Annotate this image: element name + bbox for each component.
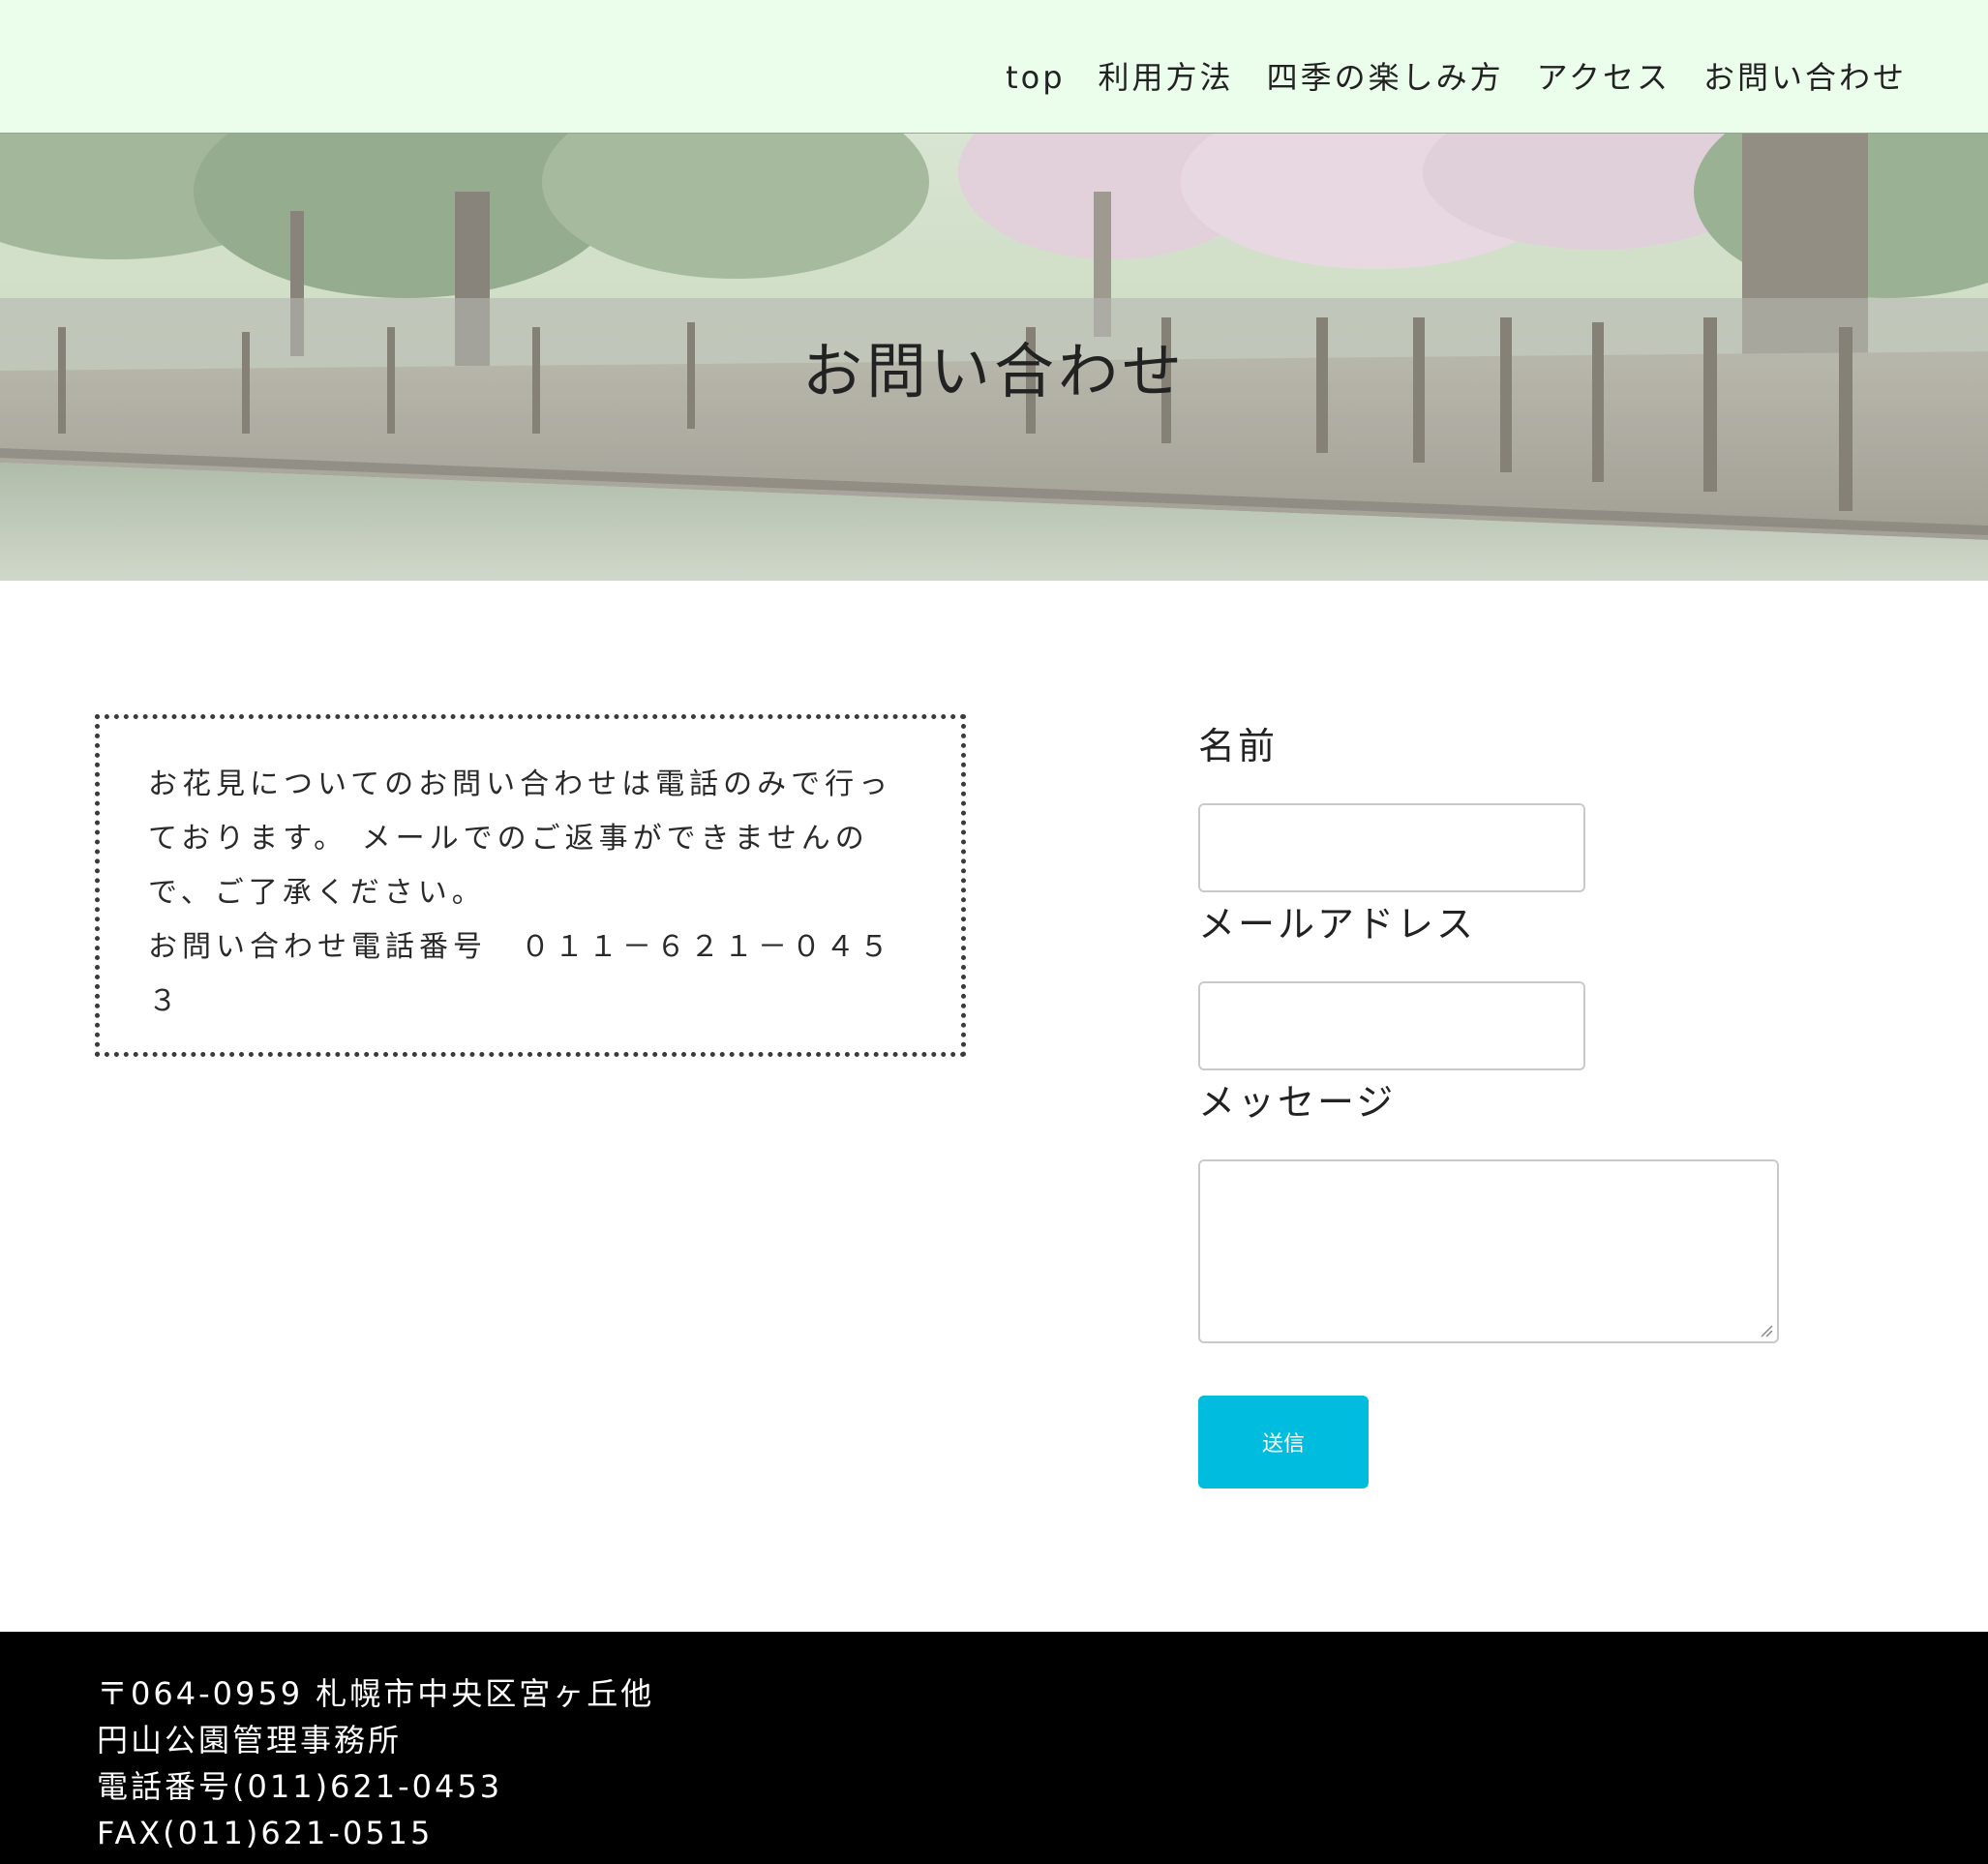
main-nav: top 利用方法 四季の楽しみ方 アクセス お問い合わせ [1006,54,1907,101]
hero-banner: お問い合わせ [0,134,1988,581]
notice-line: で、ご了承ください。 [148,876,486,910]
resize-grip-icon[interactable] [1760,1324,1773,1338]
nav-item-contact[interactable]: お問い合わせ [1703,54,1907,101]
submit-button[interactable]: 送信 [1198,1396,1369,1488]
nav-item-usage[interactable]: 利用方法 [1099,54,1234,101]
nav-item-access[interactable]: アクセス [1537,54,1671,101]
message-label: メッセージ [1198,1081,1397,1124]
nav-item-seasons[interactable]: 四季の楽しみ方 [1267,54,1504,101]
footer-fax: FAX(011)621-0515 [97,1815,434,1851]
notice-line: ３ [148,984,182,1018]
name-input[interactable] [1198,803,1585,892]
notice-line: お問い合わせ電話番号 ０１１－６２１－０４５ [148,930,893,964]
footer-office: 円山公園管理事務所 [97,1722,403,1759]
email-label: メールアドレス [1198,903,1477,946]
notice-line: お花見についてのお問い合わせは電話のみで行っ [148,767,893,801]
page-title: お問い合わせ [801,336,1186,406]
message-textarea[interactable] [1198,1159,1779,1343]
footer-address: 〒064-0959 札幌市中央区宮ヶ丘他 [97,1675,655,1712]
email-input[interactable] [1198,981,1585,1070]
site-footer: 〒064-0959 札幌市中央区宮ヶ丘他 円山公園管理事務所 電話番号(011)… [0,1632,1988,1864]
notice-line: ております。 メールでのご返事ができませんの [148,822,869,856]
footer-contact: 〒064-0959 札幌市中央区宮ヶ丘他 円山公園管理事務所 電話番号(011)… [97,1670,654,1856]
footer-phone: 電話番号(011)621-0453 [97,1768,503,1805]
site-header: top 利用方法 四季の楽しみ方 アクセス お問い合わせ [0,0,1988,134]
phone-only-notice: お花見についてのお問い合わせは電話のみで行っ ております。 メールでのご返事がで… [95,714,966,1057]
nav-item-top[interactable]: top [1006,54,1065,101]
name-label: 名前 [1198,725,1279,767]
